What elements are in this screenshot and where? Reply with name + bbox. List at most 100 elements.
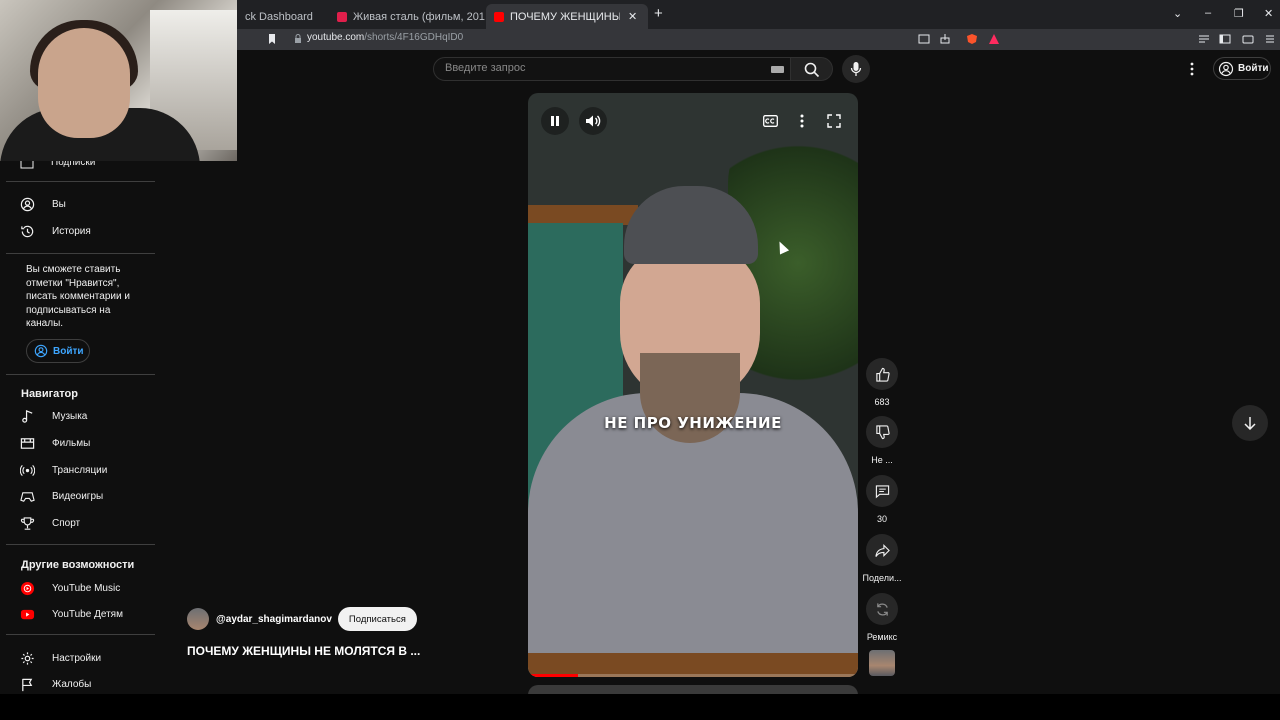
film-icon	[20, 437, 35, 449]
sidebar-item-label: Фильмы	[52, 437, 91, 449]
bookmark-icon[interactable]	[266, 33, 278, 45]
kinopoisk-icon	[337, 11, 347, 22]
youtube-music-icon	[20, 581, 35, 595]
sidebar-divider	[6, 181, 155, 182]
more-vert-icon	[800, 114, 804, 128]
remix-button[interactable]	[866, 593, 898, 625]
flag-icon	[22, 678, 33, 691]
video-frame-shelf	[528, 205, 638, 225]
captions-button[interactable]	[756, 107, 784, 135]
tab-search-icon[interactable]: ⌄	[1173, 7, 1182, 20]
sidebar-heading-more: Другие возможности	[21, 559, 135, 571]
brave-shield-icon[interactable]	[966, 33, 978, 45]
voice-search-button[interactable]	[842, 55, 870, 83]
share-page-icon[interactable]	[939, 33, 951, 45]
wallet-icon[interactable]	[1242, 33, 1254, 45]
sidebar-item-label: Трансляции	[52, 464, 108, 476]
close-tab-icon[interactable]: ✕	[628, 10, 637, 23]
sidebar-divider	[6, 253, 155, 254]
volume-icon	[586, 115, 601, 127]
shorts-video-player[interactable]: НЕ ПРО УНИЖЕНИЕ	[528, 93, 858, 677]
browser-tab[interactable]: Живая сталь (фильм, 2011) - смотре	[329, 4, 485, 29]
fullscreen-icon	[827, 114, 841, 128]
captions-icon	[762, 115, 778, 127]
microphone-icon	[850, 62, 862, 76]
browser-tab-active[interactable]: ПОЧЕМУ ЖЕНЩИНЫ НЕ МО ✕	[486, 4, 648, 29]
sidebar-item-youtube-kids[interactable]: YouTube Детям	[20, 603, 123, 625]
search-input[interactable]: Введите запрос	[433, 57, 791, 81]
close-window-icon[interactable]: ✕	[1264, 7, 1273, 20]
minimize-icon[interactable]: –	[1205, 7, 1211, 19]
account-icon	[1218, 61, 1234, 76]
sidebar-item-music[interactable]: Музыка	[20, 405, 87, 427]
short-title[interactable]: ПОЧЕМУ ЖЕНЩИНЫ НЕ МОЛЯТСЯ В ...	[187, 644, 420, 658]
comment-count: 30	[876, 514, 887, 524]
sidebar-item-label: Настройки	[52, 652, 102, 664]
account-icon	[20, 197, 35, 211]
channel-avatar[interactable]	[869, 650, 895, 676]
sidebar-item-label: YouTube Music	[52, 582, 121, 594]
like-count: 683	[874, 397, 890, 407]
sidebar-item-label: Спорт	[52, 517, 81, 529]
new-tab-icon[interactable]: +	[654, 5, 663, 22]
sidebar-item-live[interactable]: Трансляции	[20, 459, 107, 481]
comments-button[interactable]	[866, 475, 898, 507]
signin-note: Вы сможете ставить отметки "Нравится", п…	[26, 264, 130, 329]
playlist-icon[interactable]	[1198, 33, 1210, 45]
sidebar-divider	[6, 544, 155, 545]
remix-icon	[876, 602, 888, 616]
progress-track[interactable]	[528, 674, 858, 677]
url-path: /shorts/4F16GDHqID0	[364, 32, 464, 43]
share-action[interactable]: Подели...	[862, 534, 902, 583]
sidebar-divider	[6, 374, 155, 375]
restore-icon[interactable]: ❐	[1234, 7, 1244, 20]
sidebar-panel-icon[interactable]	[1219, 33, 1231, 45]
sidebar-item-label: YouTube Детям	[52, 608, 123, 620]
sidebar-item-youtube-music[interactable]: YouTube Music	[20, 577, 120, 599]
signin-button[interactable]: Войти	[1213, 57, 1271, 80]
pause-icon	[551, 116, 559, 126]
sidebar-item-label: Музыка	[52, 410, 88, 422]
more-vert-icon[interactable]	[1186, 61, 1198, 77]
sidebar-signin-button[interactable]: Войти	[26, 339, 90, 363]
sidebar-heading-navigator: Навигатор	[21, 388, 78, 400]
channel-handle[interactable]: @aydar_shagimardanov	[216, 614, 332, 625]
dislike-action[interactable]: Не ...	[866, 416, 898, 465]
browser-tab[interactable]: ck Dashboard	[237, 4, 329, 29]
share-button[interactable]	[866, 534, 898, 566]
search-button[interactable]	[791, 57, 833, 81]
keyboard-icon[interactable]	[771, 66, 784, 73]
remix-action[interactable]: Ремикс	[866, 593, 898, 642]
like-action[interactable]: 683	[866, 358, 898, 407]
sidebar-item-sport[interactable]: Спорт	[20, 512, 80, 534]
owner-avatar[interactable]	[187, 608, 209, 630]
thumbs-down-icon	[875, 424, 890, 439]
menu-icon[interactable]	[1264, 33, 1276, 45]
share-label: Подели...	[862, 573, 902, 583]
progress-bar[interactable]	[528, 674, 578, 677]
dislike-button[interactable]	[866, 416, 898, 448]
comment-icon	[875, 484, 889, 498]
install-icon[interactable]	[918, 33, 930, 45]
sidebar-item-settings[interactable]: Настройки	[20, 647, 101, 669]
short-owner: @aydar_shagimardanov Подписаться	[187, 607, 417, 631]
comments-action[interactable]: 30	[866, 475, 898, 524]
like-button[interactable]	[866, 358, 898, 390]
lock-icon[interactable]	[292, 33, 304, 45]
sidebar-item-report[interactable]: Жалобы	[20, 673, 91, 695]
sidebar-item-games[interactable]: Видеоигры	[20, 485, 103, 507]
sidebar-item-history[interactable]: История	[20, 220, 91, 242]
signin-label: Войти	[1238, 63, 1269, 74]
volume-button[interactable]	[579, 107, 607, 135]
search-icon	[804, 62, 820, 78]
brave-rewards-icon[interactable]	[988, 33, 1000, 45]
thumbs-up-icon	[875, 367, 890, 382]
subscribe-button[interactable]: Подписаться	[337, 607, 417, 631]
sidebar-item-you[interactable]: Вы	[20, 193, 66, 215]
url-text[interactable]: youtube.com/shorts/4F16GDHqID0	[307, 32, 463, 43]
video-more-button[interactable]	[788, 107, 816, 135]
fullscreen-button[interactable]	[820, 107, 848, 135]
sidebar-item-films[interactable]: Фильмы	[20, 432, 90, 454]
next-video-button[interactable]	[1232, 405, 1268, 441]
pause-button[interactable]	[541, 107, 569, 135]
